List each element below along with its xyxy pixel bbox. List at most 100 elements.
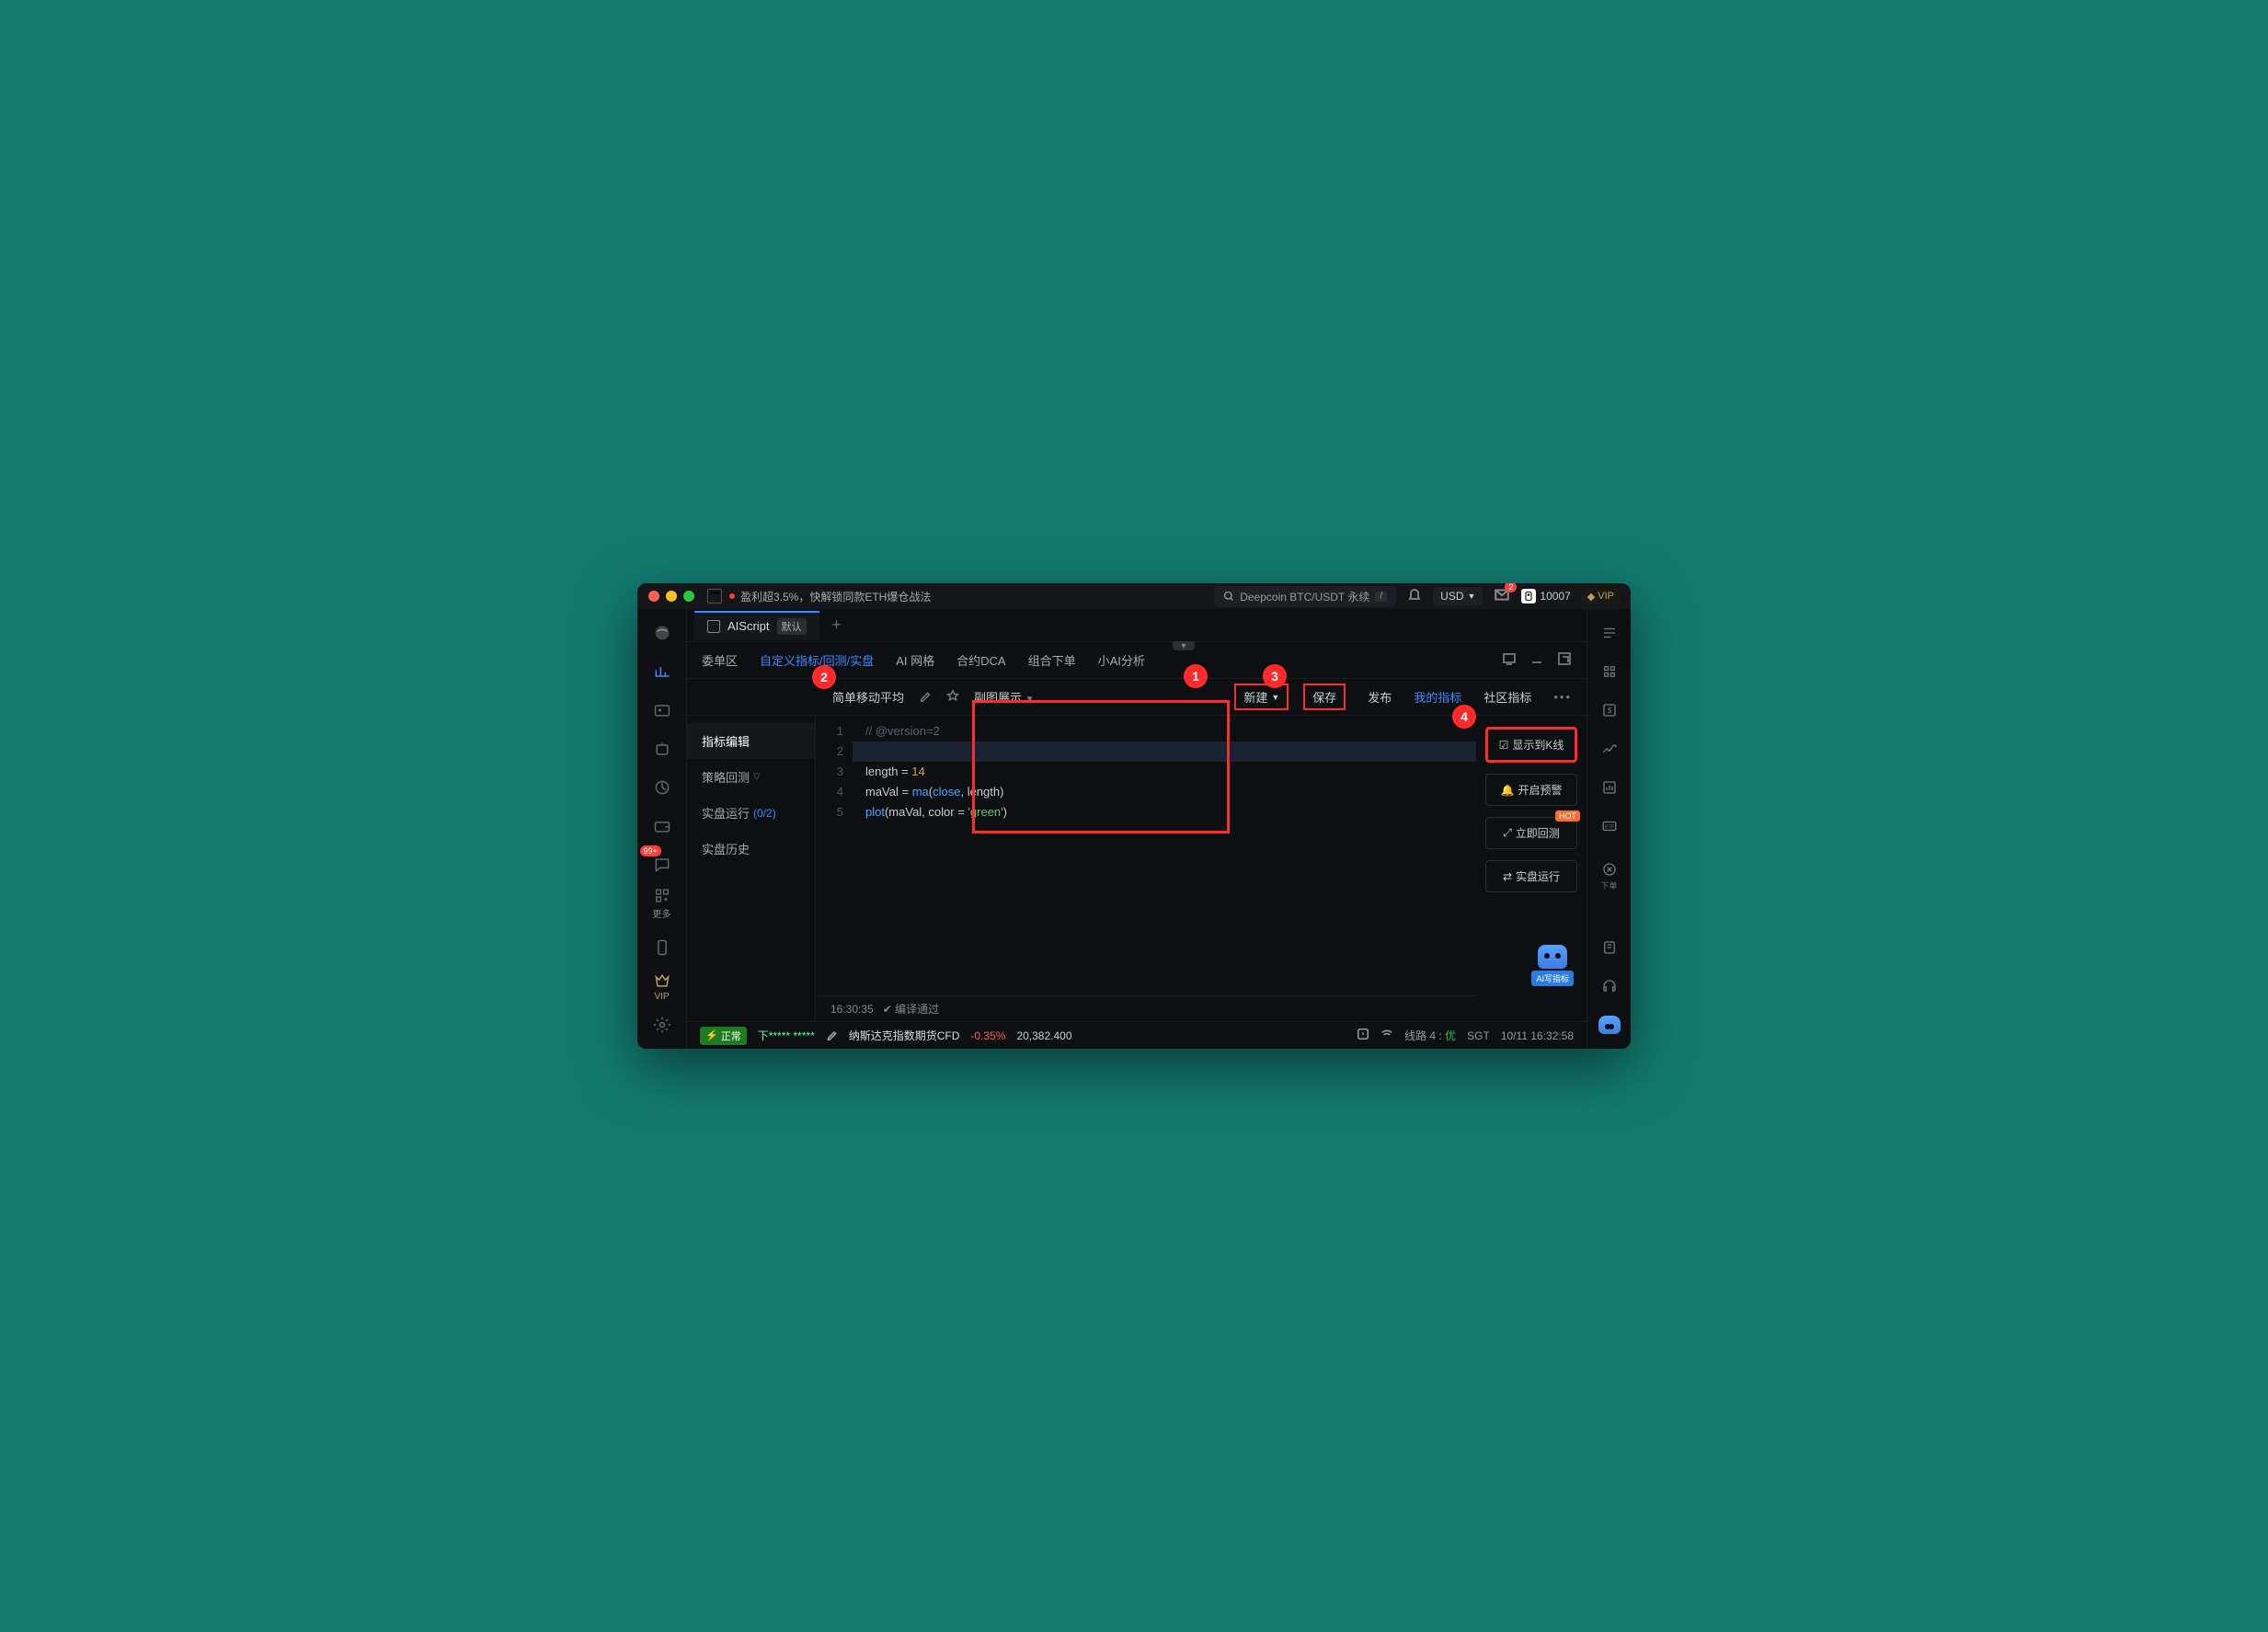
- bell-icon[interactable]: [1407, 587, 1422, 606]
- rail-bot-icon[interactable]: [1595, 1008, 1624, 1041]
- vip-badge[interactable]: ◆ VIP: [1582, 589, 1620, 604]
- code-line-3[interactable]: length = 14: [853, 762, 1476, 782]
- close-window[interactable]: [648, 591, 659, 602]
- ai-assistant-float[interactable]: AI写指标: [1531, 945, 1574, 986]
- datetime: 10/11 16:32:58: [1501, 1029, 1574, 1042]
- nav-item-2[interactable]: AI 网格: [896, 648, 934, 672]
- subchart-dropdown[interactable]: 副图展示 ▼: [974, 688, 1035, 706]
- points-balance[interactable]: 10007: [1521, 589, 1570, 603]
- left-nav-rail: 99+ 更多 VIP: [637, 609, 687, 1049]
- rail-etf-icon[interactable]: ETF: [1595, 810, 1624, 843]
- global-search[interactable]: Deepcoin BTC/USDT 永续/: [1214, 586, 1396, 607]
- backtest-button[interactable]: HOT⤢ 立即回测: [1485, 817, 1577, 849]
- share-icon[interactable]: [707, 589, 722, 603]
- compile-status: ✔ 编译通过: [883, 1001, 939, 1017]
- code-editor[interactable]: 12345 // @version=2 length = 14maVal = m…: [816, 716, 1476, 995]
- rail-settings-icon[interactable]: [646, 1008, 679, 1041]
- rail-orb-icon[interactable]: [646, 616, 679, 649]
- editor-wrap: 12345 // @version=2 length = 14maVal = m…: [816, 716, 1476, 1021]
- instrument-name[interactable]: 纳斯达克指数期货CFD: [849, 1028, 960, 1043]
- titlebar: 盈利超3.5%，快解锁同款ETH爆仓战法 Deepcoin BTC/USDT 永…: [637, 583, 1631, 609]
- show-on-kline-button[interactable]: ☑ 显示到K线: [1485, 727, 1577, 763]
- rail-chart-icon[interactable]: [646, 655, 679, 688]
- rail-list-icon[interactable]: [1595, 616, 1624, 649]
- code-line-5[interactable]: plot(maVal, color = 'green'): [853, 802, 1476, 822]
- code-line-2[interactable]: [853, 741, 1476, 762]
- rail-vip-icon[interactable]: VIP: [646, 970, 679, 1003]
- rail-headset-icon[interactable]: [1595, 970, 1624, 1003]
- code-line-1[interactable]: // @version=2: [853, 721, 1476, 741]
- rail-folder-icon[interactable]: [646, 694, 679, 727]
- svg-text:ETF: ETF: [1605, 824, 1614, 830]
- cast-icon[interactable]: [1502, 651, 1517, 669]
- star-icon[interactable]: [946, 689, 959, 705]
- help-icon[interactable]: [1357, 1028, 1369, 1043]
- edit-icon[interactable]: [919, 689, 932, 705]
- publish-button[interactable]: 发布: [1360, 685, 1399, 708]
- ai-robot-icon: [1538, 945, 1567, 969]
- nav-item-5[interactable]: 小AI分析: [1098, 648, 1145, 672]
- wifi-icon[interactable]: [1380, 1028, 1393, 1043]
- rail-analytics-icon[interactable]: [646, 771, 679, 804]
- minimize-icon[interactable]: [1529, 651, 1544, 669]
- app-window: 盈利超3.5%，快解锁同款ETH爆仓战法 Deepcoin BTC/USDT 永…: [637, 583, 1631, 1049]
- annotation-circle-4: 4: [1452, 705, 1476, 729]
- annotation-circle-2: 2: [812, 665, 836, 689]
- code-area[interactable]: // @version=2 length = 14maVal = ma(clos…: [853, 716, 1476, 995]
- rail-mobile-icon[interactable]: [646, 931, 679, 964]
- lp-item-1[interactable]: 策略回测 ▽: [687, 759, 815, 795]
- route-label[interactable]: 线路 4 : 优: [1404, 1028, 1456, 1043]
- news-ticker[interactable]: 盈利超3.5%，快解锁同款ETH爆仓战法: [729, 589, 931, 604]
- rail-grid-icon[interactable]: [1595, 655, 1624, 688]
- nav-item-3[interactable]: 合约DCA: [956, 648, 1005, 672]
- script-name: 简单移动平均: [832, 688, 904, 706]
- rail-wallet-icon[interactable]: [646, 810, 679, 843]
- lp-item-3[interactable]: 实盘历史: [687, 831, 815, 867]
- my-indicators-link[interactable]: 我的指标: [1414, 688, 1461, 706]
- pencil-icon[interactable]: [826, 1029, 838, 1043]
- ai-tag: AI写指标: [1531, 971, 1574, 986]
- editor-statusbar: 16:30:35 ✔ 编译通过: [816, 995, 1476, 1021]
- save-button[interactable]: 保存: [1303, 684, 1346, 710]
- rail-dollar-icon[interactable]: $: [1595, 694, 1624, 727]
- status-badge[interactable]: ⚡ 正常: [700, 1027, 747, 1045]
- currency-selector[interactable]: USD▼: [1433, 587, 1483, 605]
- community-indicators[interactable]: 社区指标: [1476, 685, 1539, 708]
- rail-trend-icon[interactable]: [1595, 732, 1624, 765]
- compile-time: 16:30:35: [830, 1003, 874, 1016]
- code-line-4[interactable]: maVal = ma(close, length): [853, 782, 1476, 802]
- mail-icon[interactable]: 2: [1494, 586, 1510, 607]
- alert-button[interactable]: 🔔 开启预警: [1485, 774, 1577, 806]
- content-area: 指标编辑策略回测 ▽实盘运行 (0/2)实盘历史 12345 // @versi…: [687, 716, 1586, 1021]
- main-area: AIScript 默认 + ▾ 委单区自定义指标/回测/实盘AI 网格合约DCA…: [687, 609, 1586, 1049]
- nav-item-0[interactable]: 委单区: [702, 648, 738, 672]
- more-icon[interactable]: •••: [1553, 690, 1572, 704]
- maximize-window[interactable]: [683, 591, 694, 602]
- rail-message-icon[interactable]: 99+: [646, 848, 679, 881]
- lp-item-0[interactable]: 指标编辑: [687, 723, 815, 759]
- rail-more[interactable]: 更多: [646, 887, 679, 920]
- svg-text:$: $: [1607, 707, 1611, 715]
- price-value: 20,382.400: [1016, 1029, 1071, 1042]
- file-tab-aiscript[interactable]: AIScript 默认: [694, 611, 819, 640]
- file-tabstrip: AIScript 默认 + ▾: [687, 609, 1586, 642]
- rail-bar-icon[interactable]: [1595, 771, 1624, 804]
- traffic-lights: [648, 591, 694, 602]
- nav-item-4[interactable]: 组合下单: [1028, 648, 1076, 672]
- live-run-button[interactable]: ⇄ 实盘运行: [1485, 860, 1577, 892]
- new-tab-button[interactable]: +: [823, 612, 851, 639]
- popout-icon[interactable]: [1557, 651, 1572, 669]
- lp-item-2[interactable]: 实盘运行 (0/2): [687, 795, 815, 831]
- right-nav-rail: $ ETF 下单: [1586, 609, 1631, 1049]
- timezone[interactable]: SGT: [1467, 1029, 1490, 1042]
- line-gutter: 12345: [816, 716, 853, 995]
- checkbox-icon: [707, 620, 720, 633]
- new-button[interactable]: 新建 ▼: [1234, 684, 1289, 710]
- minimize-window[interactable]: [666, 591, 677, 602]
- rail-robot-icon[interactable]: [646, 732, 679, 765]
- rail-order-icon[interactable]: 下单: [1595, 859, 1624, 892]
- left-panel: 指标编辑策略回测 ▽实盘运行 (0/2)实盘历史: [687, 716, 816, 1021]
- annotation-circle-3: 3: [1263, 664, 1287, 688]
- rail-book-icon[interactable]: [1595, 931, 1624, 964]
- account-mask: 下***** *****: [758, 1028, 815, 1043]
